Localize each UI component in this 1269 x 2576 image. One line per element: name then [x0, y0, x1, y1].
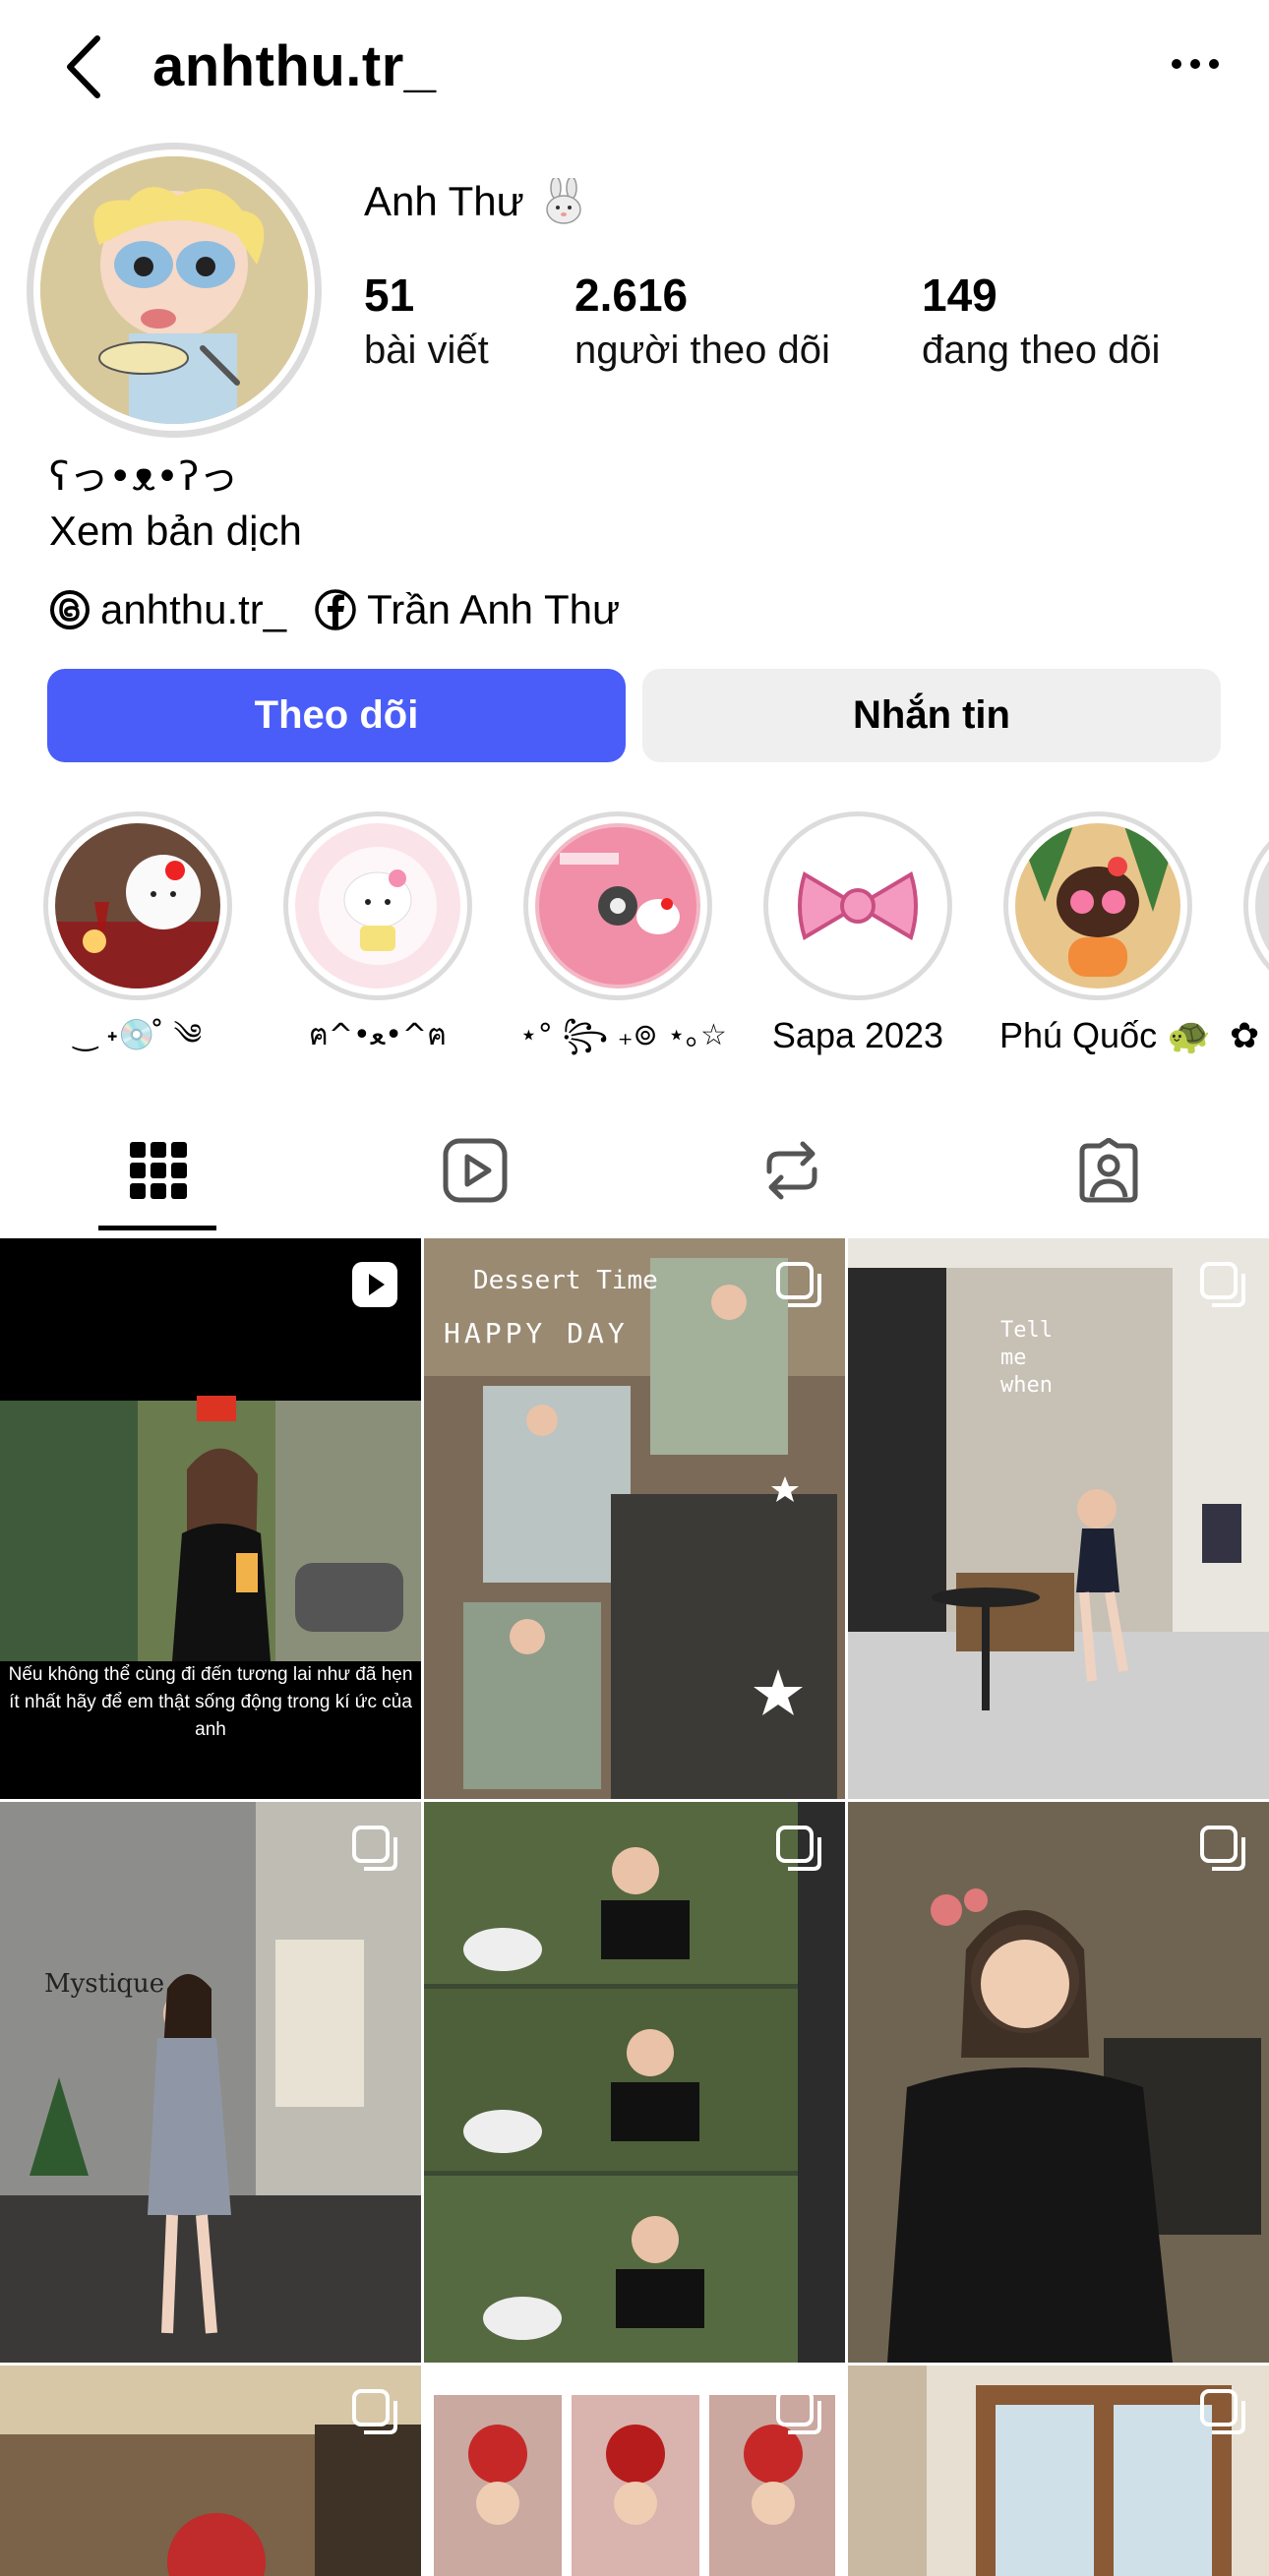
stat-followers[interactable]: 2.616 người theo dõi	[574, 266, 830, 376]
highlight-ring	[523, 811, 712, 1000]
back-button[interactable]	[54, 30, 113, 103]
highlight-cover	[775, 823, 940, 988]
highlight-item[interactable]: Sapa 2023	[759, 811, 956, 1057]
profile-links: anhthu.tr_ Trần Anh Thư	[49, 575, 635, 644]
follow-button[interactable]: Theo dõi	[47, 669, 626, 762]
grid-icon	[130, 1142, 187, 1199]
stat-posts-label: bài viết	[364, 329, 489, 372]
reel-badge-icon	[352, 1262, 397, 1307]
see-translation-link[interactable]: Xem bản dịch	[49, 502, 302, 561]
stat-following-value: 149	[922, 270, 997, 321]
tagged-person-icon	[1079, 1138, 1138, 1203]
more-options-button[interactable]	[1161, 39, 1230, 89]
tab-tagged[interactable]	[950, 1102, 1267, 1239]
reels-play-icon	[443, 1138, 508, 1203]
message-button[interactable]: Nhắn tin	[642, 669, 1221, 762]
carousel-badge-icon	[1200, 1262, 1245, 1307]
highlight-cover	[55, 823, 220, 988]
threads-icon	[50, 590, 90, 629]
threads-link[interactable]: anhthu.tr_	[49, 586, 286, 633]
highlight-item[interactable]: ฅ^•ﻌ•^ฅ	[279, 811, 476, 1057]
post-overlay-text: Tell me when	[1000, 1318, 1053, 1398]
post-image	[424, 1802, 845, 2363]
facebook-link[interactable]: Trần Anh Thư	[314, 586, 620, 633]
carousel-badge-icon	[776, 1826, 821, 1871]
story-highlights: ‿ ˖💿 ̊ ༄ ฅ^•ﻌ•^ฅ ⋆° ꧂ ₊⊚ ⋆｡☆ Sapa 2023 P…	[0, 811, 1269, 1077]
highlight-ring	[763, 811, 952, 1000]
tab-posts[interactable]	[0, 1102, 317, 1239]
highlight-label: Sapa 2023	[771, 1015, 944, 1055]
highlight-item[interactable]: Phú Quốc 🐢	[999, 811, 1211, 1057]
post-tile[interactable]	[424, 2366, 845, 2576]
stat-followers-label: người theo dõi	[574, 329, 830, 372]
carousel-badge-icon	[1200, 1826, 1245, 1871]
post-caption-line: Nếu không thể cùng đi đến tương lai như …	[8, 1664, 413, 1685]
more-horizontal-icon	[1172, 59, 1219, 69]
carousel-badge-icon	[776, 2389, 821, 2434]
posts-grid: Nếu không thể cùng đi đến tương lai như …	[0, 1238, 1269, 2576]
tab-reposts[interactable]	[634, 1102, 950, 1239]
tab-reels[interactable]	[317, 1102, 634, 1239]
facebook-icon	[315, 589, 356, 630]
carousel-badge-icon	[352, 2389, 397, 2434]
profile-username: anhthu.tr_	[152, 34, 437, 98]
highlight-label: ⋆° ꧂ ₊⊚ ⋆｡☆	[519, 1018, 727, 1052]
facebook-name: Trần Anh Thư	[367, 586, 621, 632]
post-tile[interactable]	[0, 2366, 421, 2576]
post-image	[848, 1802, 1269, 2363]
highlight-ring	[283, 811, 472, 1000]
post-tile[interactable]: Mystique	[0, 1802, 421, 2363]
post-tile[interactable]	[848, 2366, 1269, 2576]
highlight-item[interactable]: ⋆° ꧂ ₊⊚ ⋆｡☆	[519, 811, 727, 1057]
bunny-emoji-icon	[546, 178, 581, 224]
stat-following-label: đang theo dõi	[922, 329, 1161, 372]
highlight-label: Phú Quốc 🐢	[999, 1015, 1211, 1055]
highlight-label: ฅ^•ﻌ•^ฅ	[308, 1018, 448, 1052]
highlight-ring	[1243, 811, 1269, 1000]
post-tile[interactable]: Dessert Time HAPPY DAY	[424, 1238, 845, 1799]
post-tile[interactable]	[848, 1802, 1269, 2363]
display-name-row: Anh Thư	[364, 172, 589, 231]
carousel-badge-icon	[776, 1262, 821, 1307]
stat-following[interactable]: 149 đang theo dõi	[922, 266, 1160, 376]
highlight-ring	[1003, 811, 1192, 1000]
highlight-cover	[535, 823, 700, 988]
avatar	[40, 156, 308, 424]
bio-text: ʕっ•ᴥ•ʔっ	[49, 454, 239, 500]
post-overlay-text: Mystique	[44, 1969, 165, 1999]
post-tile[interactable]	[424, 1802, 845, 2363]
repost-icon	[766, 1141, 817, 1200]
top-bar: anhthu.tr_	[0, 0, 1269, 133]
highlight-cover	[1015, 823, 1180, 988]
stat-posts-value: 51	[364, 270, 415, 321]
highlight-cover	[1255, 823, 1269, 988]
post-image	[0, 1802, 421, 2363]
active-tab-indicator	[98, 1226, 216, 1230]
highlight-label: ✿	[1230, 1015, 1260, 1055]
highlight-cover	[295, 823, 460, 988]
chevron-left-icon	[67, 34, 100, 98]
highlight-item[interactable]: ✿	[1230, 811, 1269, 1057]
threads-handle: anhthu.tr_	[100, 586, 287, 632]
stat-followers-value: 2.616	[574, 270, 689, 321]
post-overlay-text: Dessert Time	[473, 1266, 658, 1295]
carousel-badge-icon	[352, 1826, 397, 1871]
display-name: Anh Thư	[364, 178, 524, 224]
carousel-badge-icon	[1200, 2389, 1245, 2434]
post-overlay-text: HAPPY DAY	[444, 1317, 629, 1349]
highlight-ring	[43, 811, 232, 1000]
avatar-illustration	[40, 156, 308, 424]
avatar-ring[interactable]	[27, 143, 322, 438]
highlight-label: ‿ ˖💿 ̊ ༄	[73, 1018, 203, 1052]
profile-tabs	[0, 1102, 1269, 1239]
post-caption-line: ít nhất hãy để em thật sống động trong k…	[9, 1692, 412, 1740]
post-tile[interactable]: Nếu không thể cùng đi đến tương lai như …	[0, 1238, 421, 1799]
stat-posts[interactable]: 51 bài viết	[364, 266, 489, 376]
highlight-item[interactable]: ‿ ˖💿 ̊ ༄	[39, 811, 236, 1057]
post-tile[interactable]: Tell me when	[848, 1238, 1269, 1799]
